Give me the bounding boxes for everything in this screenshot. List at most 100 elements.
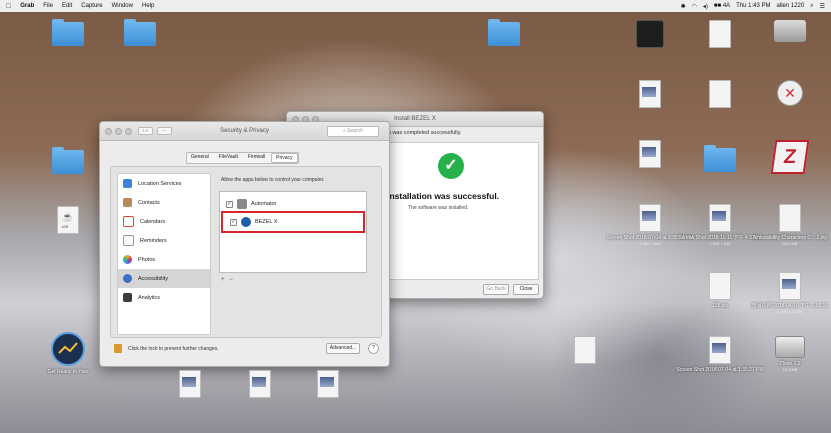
desktop-folder-2[interactable] [110, 19, 170, 49]
image-file-icon [779, 272, 801, 300]
spotlight-icon[interactable]: ⌕ [810, 3, 813, 10]
go-back-button[interactable]: Go Back [483, 284, 509, 295]
bezel-x-icon [241, 217, 251, 227]
success-check-icon: ✓ [438, 153, 464, 179]
jar-badge: JAR [61, 224, 69, 229]
desktop-pdf[interactable] [555, 336, 615, 364]
add-app-button[interactable]: + [221, 277, 225, 283]
bluetooth-icon[interactable]: ✱ [681, 3, 686, 10]
desktop-zip-app[interactable]: Z [760, 140, 820, 174]
help-button[interactable]: ? [368, 343, 379, 354]
desktop-sublabel: 1,530 × 840 [639, 241, 661, 246]
notification-center-icon[interactable]: ☰ [820, 3, 825, 10]
zip-icon: Z [770, 140, 810, 174]
desktop-image-2[interactable] [620, 140, 680, 168]
sidebar-item-photos[interactable]: Photos [118, 250, 210, 269]
desktop-image-bottom-3[interactable] [298, 370, 358, 398]
document-icon [709, 20, 731, 48]
sidebar-item-analytics[interactable]: Analytics [118, 288, 210, 307]
desktop-image-1[interactable] [620, 80, 680, 108]
lock-icon[interactable] [114, 344, 122, 353]
tab-filevault[interactable]: FileVault [215, 153, 242, 163]
menu-capture[interactable]: Capture [81, 3, 102, 9]
sidebar-item-label: Accessibility [138, 275, 168, 282]
menu-window[interactable]: Window [112, 3, 133, 9]
app-row-automator[interactable]: ✓ Automator [220, 196, 366, 212]
photos-icon [123, 255, 132, 264]
desktop-disk[interactable] [760, 20, 820, 42]
desktop-zfone[interactable]: Zfone 1.2 16.3 MB [760, 336, 820, 372]
volume-icon[interactable]: ◂) [703, 3, 708, 10]
calendar-icon [123, 216, 134, 227]
menu-user[interactable]: allen 1220 [777, 3, 805, 9]
desktop-xls[interactable]: 125.xls [690, 272, 750, 309]
menu-app-name[interactable]: Grab [20, 3, 34, 9]
close-button[interactable]: Close [513, 284, 539, 295]
security-titlebar: ‹ › ⋯ Security & Privacy ⌕ Search [100, 122, 389, 141]
menu-file[interactable]: File [43, 3, 53, 9]
desktop-screenshot-3[interactable]: 螢幕快照 2018-04-16 下午 1.56.15 1,530 × 1,840 [752, 272, 828, 314]
app-name: Automator [251, 201, 277, 207]
folder-icon [124, 19, 156, 46]
automator-checkbox[interactable]: ✓ [226, 200, 233, 208]
menu-clock[interactable]: Thu 1:43 PM [736, 3, 770, 9]
desktop-folder-5[interactable] [690, 145, 750, 172]
apple-icon[interactable]:  [6, 3, 11, 10]
desktop-jar-file[interactable]: ☕ JAR [38, 206, 98, 237]
menu-help[interactable]: Help [142, 3, 154, 9]
desktop-doc-2[interactable] [690, 80, 750, 108]
desktop-sublabel: 16.3 MB [782, 367, 798, 372]
sidebar-item-calendars[interactable]: Calendars [118, 212, 210, 231]
privacy-sidebar: Location Services Contacts Calendars Rem… [117, 173, 211, 335]
privacy-content: Location Services Contacts Calendars Rem… [110, 166, 382, 338]
desktop-image-bottom-2[interactable] [230, 370, 290, 398]
tab-firewall[interactable]: Firewall [244, 153, 269, 163]
installer-body: ✓ e installation was successful. The sof… [379, 142, 539, 280]
automator-icon [237, 199, 247, 209]
add-remove-buttons: + − [221, 277, 233, 283]
desktop-zip-file[interactable]: Accessibility Characters C... 1.zip 33.6… [753, 204, 827, 246]
advanced-button[interactable]: Advanced... [326, 343, 360, 354]
privacy-tabs: General FileVault Firewall Privacy [186, 152, 299, 164]
remove-app-button[interactable]: − [229, 277, 233, 283]
battery-status[interactable]: ■■ 4A [714, 3, 730, 9]
desktop-screenshot-4[interactable]: Screen Shot 2018-07-04 at 1:35:27 PM [677, 336, 764, 373]
desktop-terminal-file[interactable] [620, 20, 680, 48]
image-file-icon [709, 204, 731, 232]
sidebar-item-label: Analytics [138, 294, 161, 301]
wifi-icon[interactable]: ◠ [692, 3, 697, 10]
desktop-label: Screen Shot 2018-07-04 at 1:35:27 PM [676, 367, 764, 373]
folder-icon [488, 19, 520, 46]
folder-icon [52, 19, 84, 46]
reminders-icon [123, 235, 134, 246]
image-file-icon [317, 370, 339, 398]
tab-privacy[interactable]: Privacy [271, 153, 298, 163]
desktop-uninstall[interactable]: ✕ [760, 80, 820, 106]
desktop-folder-1[interactable] [38, 19, 98, 49]
app-row-bezel-x[interactable]: ✓ BEZEL X [221, 211, 365, 233]
desktop-doc-1[interactable] [690, 20, 750, 48]
sidebar-item-label: Location Services [138, 180, 182, 187]
desktop-folder-3[interactable] [474, 19, 534, 49]
image-file-icon [179, 370, 201, 398]
tab-general[interactable]: General [187, 153, 213, 163]
desktop-screenshot-2[interactable]: Screen Shot 2018-11-11 下午 4:37:24 1,530 … [678, 204, 762, 246]
desktop-screenshot-1[interactable]: Screen Shot 2018-07-04 at 1:35:24 PM 1,5… [607, 204, 694, 246]
sidebar-item-reminders[interactable]: Reminders [118, 231, 210, 250]
sidebar-item-accessibility[interactable]: Accessibility [118, 269, 210, 288]
success-subtitle: The software was installed. [408, 205, 469, 211]
search-field[interactable]: ⌕ Search [327, 126, 379, 137]
bezel-x-checkbox[interactable]: ✓ [230, 218, 237, 226]
sidebar-item-contacts[interactable]: Contacts [118, 193, 210, 212]
sidebar-item-location-services[interactable]: Location Services [118, 174, 210, 193]
sidebar-item-label: Reminders [140, 237, 167, 244]
accessibility-icon [123, 274, 132, 283]
menu-edit[interactable]: Edit [62, 3, 72, 9]
lock-text[interactable]: Click the lock to prevent further change… [128, 346, 219, 352]
desktop-image-bottom-1[interactable] [160, 370, 220, 398]
image-file-icon [249, 370, 271, 398]
terminal-icon [636, 20, 664, 48]
desktop-folder-4[interactable] [38, 147, 98, 177]
desktop-app-icon[interactable]: Get Ready to Plan [38, 332, 98, 375]
image-file-icon [639, 80, 661, 108]
